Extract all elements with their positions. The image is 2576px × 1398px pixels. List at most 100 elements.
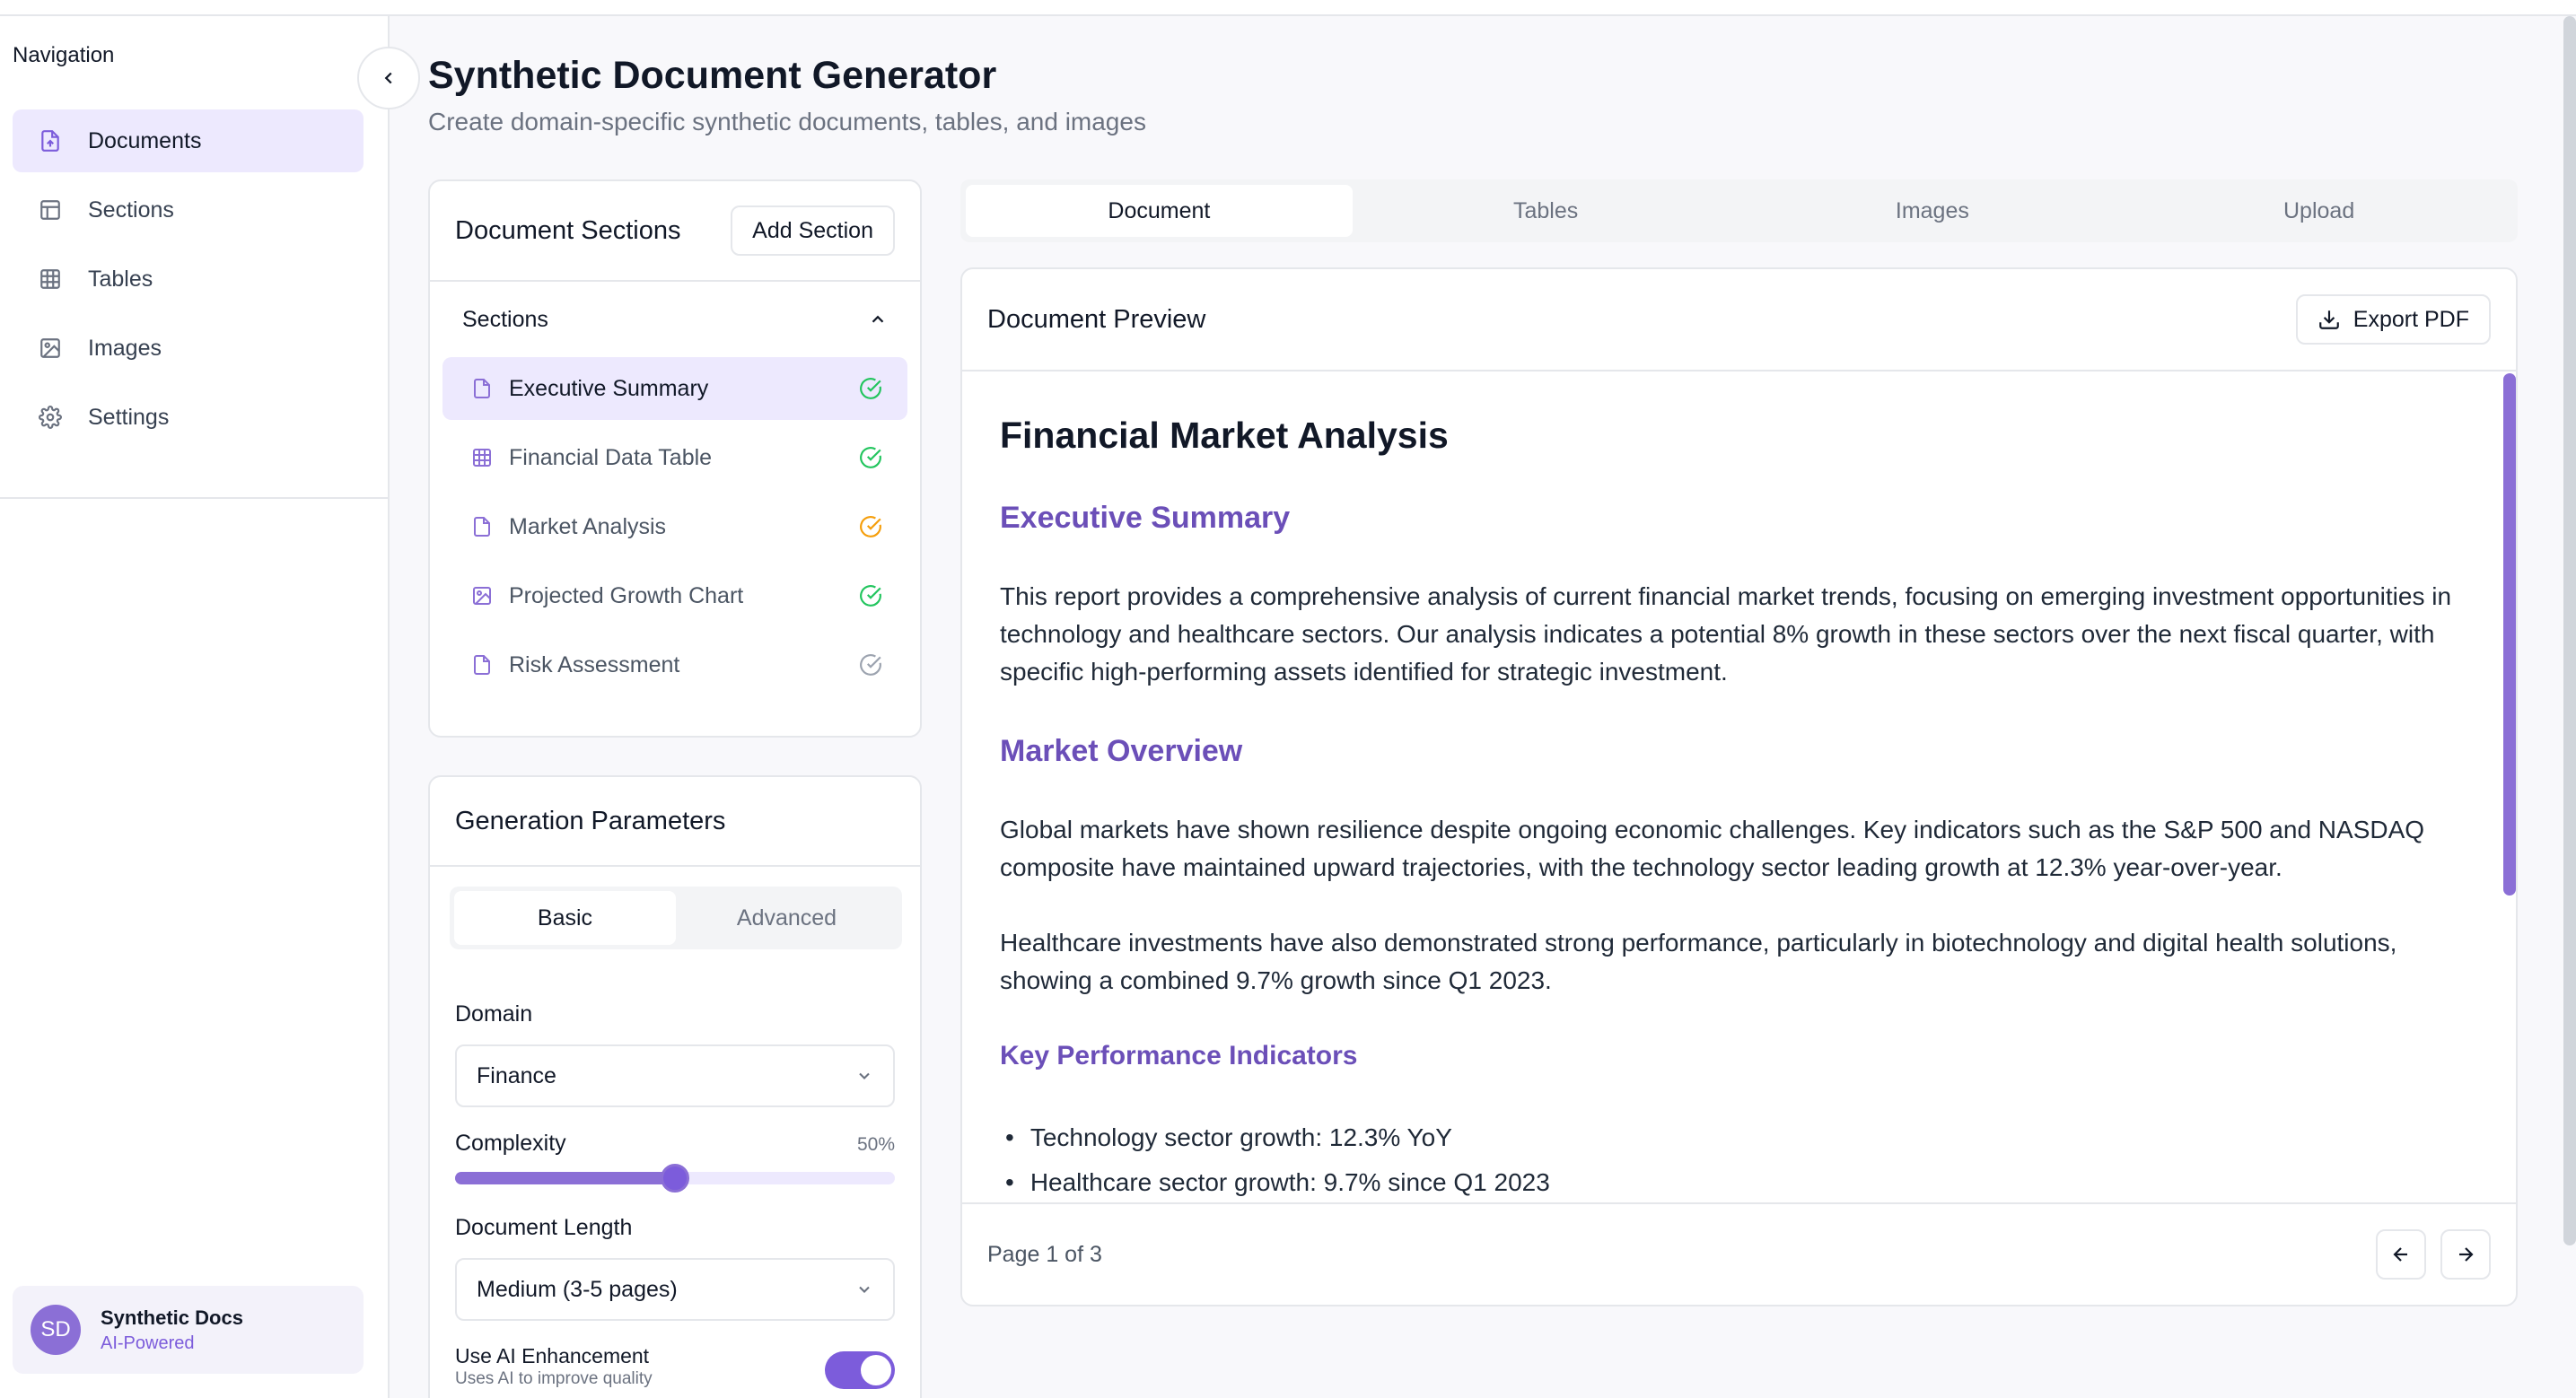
sidebar-item-label: Sections xyxy=(88,197,174,223)
sections-collapse-toggle[interactable]: Sections xyxy=(430,282,920,357)
document-preview-card: Document Preview Export PDF Financial Ma… xyxy=(960,267,2518,1306)
section-label: Financial Data Table xyxy=(509,444,713,470)
table-icon xyxy=(38,266,63,292)
check-circle-icon xyxy=(860,378,881,399)
arrow-right-icon xyxy=(2459,1247,2474,1262)
file-icon xyxy=(469,514,495,539)
next-page-button[interactable] xyxy=(2440,1229,2491,1280)
profile-name: Synthetic Docs xyxy=(101,1306,243,1329)
complexity-slider[interactable] xyxy=(455,1164,895,1193)
kpi-list-item: Technology sector growth: 12.3% YoY xyxy=(1005,1123,1452,1152)
page-subtitle: Create domain-specific synthetic documen… xyxy=(428,108,1146,135)
sidebar: Navigation Documents Sections Tables Ima… xyxy=(0,16,390,1398)
paragraph-market-overview-2: Healthcare investments have also demonst… xyxy=(1000,929,2397,994)
slider-thumb[interactable] xyxy=(661,1164,689,1193)
check-circle-icon xyxy=(860,447,881,468)
sidebar-item-tables[interactable]: Tables xyxy=(13,248,364,310)
document-length-value: Medium (3-5 pages) xyxy=(477,1276,678,1302)
sections-card-title: Document Sections xyxy=(455,215,681,245)
paragraph-market-overview-1: Global markets have shown resilience des… xyxy=(1000,816,2425,881)
chevron-down-icon xyxy=(859,1072,870,1079)
avatar: SD xyxy=(31,1305,81,1355)
params-card-title: Generation Parameters xyxy=(455,806,726,835)
section-item-projected-growth-chart[interactable]: Projected Growth Chart xyxy=(442,564,907,627)
image-icon xyxy=(38,336,63,361)
sections-group-label: Sections xyxy=(462,306,548,332)
file-icon xyxy=(469,652,495,677)
profile-subtitle: AI-Powered xyxy=(101,1332,195,1353)
previous-page-button[interactable] xyxy=(2376,1229,2426,1280)
section-item-risk-assessment[interactable]: Risk Assessment xyxy=(442,633,907,696)
heading-executive-summary: Executive Summary xyxy=(1000,501,1291,535)
section-item-financial-data-table[interactable]: Financial Data Table xyxy=(442,426,907,489)
preview-scrollbar[interactable] xyxy=(2503,373,2516,896)
complexity-value: 50% xyxy=(856,1134,895,1155)
sidebar-item-documents[interactable]: Documents xyxy=(13,109,364,172)
complexity-label: Complexity xyxy=(455,1131,566,1156)
sidebar-item-label: Images xyxy=(88,335,162,361)
sidebar-item-label: Settings xyxy=(88,404,170,430)
sidebar-divider xyxy=(0,497,388,499)
section-item-executive-summary[interactable]: Executive Summary xyxy=(442,357,907,420)
slider-fill xyxy=(455,1172,675,1184)
section-label: Market Analysis xyxy=(509,513,667,539)
tab-tables[interactable]: Tables xyxy=(1353,185,1739,237)
page-title: Synthetic Document Generator xyxy=(428,54,997,97)
check-circle-icon xyxy=(860,654,881,676)
sections-card-header: Document Sections Add Section xyxy=(430,181,920,282)
preview-header: Document Preview Export PDF xyxy=(962,269,2516,371)
tab-images[interactable]: Images xyxy=(1739,185,2126,237)
section-item-market-analysis[interactable]: Market Analysis xyxy=(442,495,907,558)
sidebar-title: Navigation xyxy=(13,43,115,67)
heading-market-overview: Market Overview xyxy=(1000,734,1243,768)
domain-select[interactable]: Finance xyxy=(455,1044,895,1107)
preview-footer: Page 1 of 3 xyxy=(962,1202,2516,1305)
ai-enhancement-toggle[interactable] xyxy=(825,1351,895,1389)
domain-value: Finance xyxy=(477,1062,556,1088)
params-tabs: Basic Advanced xyxy=(450,887,902,949)
document-title: Financial Market Analysis xyxy=(1000,415,1449,456)
document-sections-card: Document Sections Add Section Sections E… xyxy=(428,179,922,738)
ai-enhancement-label: Use AI Enhancement xyxy=(455,1344,650,1367)
download-icon xyxy=(2318,310,2339,329)
sidebar-nav: Documents Sections Tables Images Setting… xyxy=(13,109,364,455)
heading-key-performance-indicators: Key Performance Indicators xyxy=(1000,1041,1358,1070)
tab-advanced[interactable]: Advanced xyxy=(676,891,898,945)
file-icon xyxy=(469,376,495,401)
check-circle-icon xyxy=(860,585,881,607)
ai-enhancement-hint: Uses AI to improve quality xyxy=(455,1369,653,1388)
gear-icon xyxy=(38,405,63,430)
export-pdf-button[interactable]: Export PDF xyxy=(2295,294,2491,345)
check-circle-icon xyxy=(860,516,881,537)
chevron-down-icon xyxy=(859,1286,870,1293)
chevron-left-icon xyxy=(384,72,392,84)
section-list: Executive Summary Financial Data Table M… xyxy=(430,357,920,696)
tab-basic[interactable]: Basic xyxy=(454,891,676,945)
sidebar-item-label: Documents xyxy=(88,127,202,153)
document-preview-scroll[interactable]: Financial Market Analysis Executive Summ… xyxy=(962,371,2516,1202)
arrow-left-icon xyxy=(2393,1247,2407,1262)
kpi-list-item: Healthcare sector growth: 9.7% since Q1 … xyxy=(1005,1168,1550,1197)
window-scrollbar[interactable] xyxy=(2563,16,2576,1245)
sidebar-item-settings[interactable]: Settings xyxy=(13,386,364,449)
layout-icon xyxy=(38,197,63,223)
paragraph-executive-summary: This report provides a comprehensive ana… xyxy=(1000,582,2452,686)
domain-label: Domain xyxy=(455,1001,533,1027)
section-label: Risk Assessment xyxy=(509,651,680,677)
sidebar-item-sections[interactable]: Sections xyxy=(13,179,364,241)
table-icon xyxy=(469,445,495,470)
export-pdf-label: Export PDF xyxy=(2353,306,2469,332)
document-length-label: Document Length xyxy=(455,1215,633,1240)
user-profile[interactable]: SD Synthetic Docs AI-Powered xyxy=(13,1286,364,1374)
sidebar-item-images[interactable]: Images xyxy=(13,317,364,380)
collapse-sidebar-button[interactable] xyxy=(357,47,420,109)
document-length-select[interactable]: Medium (3-5 pages) xyxy=(455,1258,895,1321)
add-section-button[interactable]: Add Section xyxy=(731,205,895,256)
section-label: Projected Growth Chart xyxy=(509,582,744,608)
tab-document[interactable]: Document xyxy=(966,185,1353,237)
file-icon xyxy=(38,128,63,153)
section-label: Executive Summary xyxy=(509,375,709,401)
preview-title: Document Preview xyxy=(987,304,1206,334)
tab-upload[interactable]: Upload xyxy=(2125,185,2512,237)
params-card-header: Generation Parameters xyxy=(430,777,920,867)
